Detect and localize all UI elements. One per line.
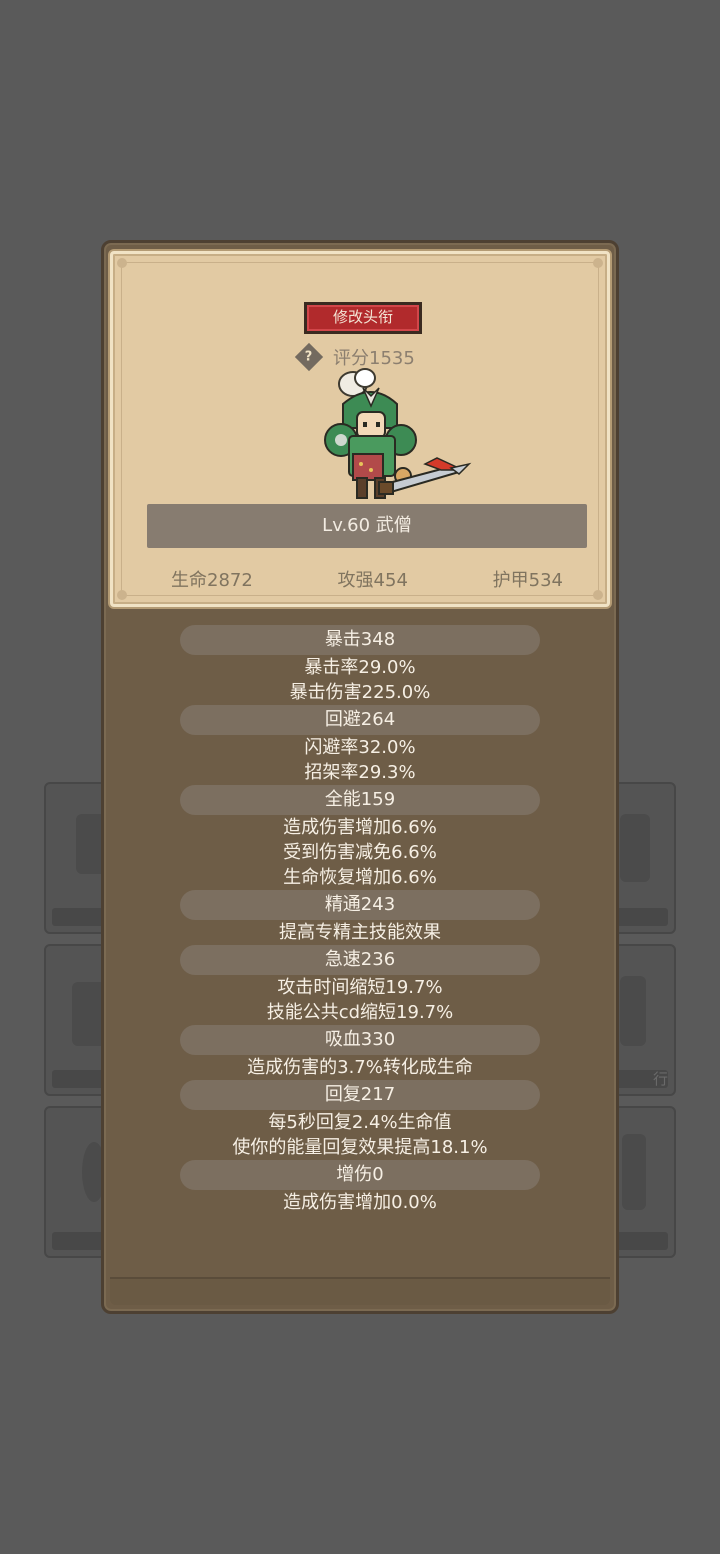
stat-line: 造成伤害增加0.0% [283,1192,437,1213]
stat-group-mastery: 精通243 提高专精主技能效果 [104,890,616,945]
stat-group-haste: 急速236 攻击时间缩短19.7% 技能公共cd缩短19.7% [104,945,616,1025]
stat-header: 增伤0 [180,1160,540,1190]
stat-group-avoidance: 回避264 闪避率32.0% 招架率29.3% [104,705,616,785]
attack-stat: 攻强454 [337,570,408,591]
stat-header: 暴击348 [180,625,540,655]
stat-line: 受到伤害减免6.6% [283,842,437,863]
stat-line: 技能公共cd缩短19.7% [266,1002,454,1023]
stat-line: 闪避率32.0% [304,737,416,758]
stat-line: 暴击伤害225.0% [289,682,431,703]
slot-label: 行 [652,1070,668,1088]
stats-list: 暴击348 暴击率29.0% 暴击伤害225.0% 回避264 闪避率32.0%… [104,625,616,1215]
stat-group-damage-bonus: 增伤0 造成伤害增加0.0% [104,1160,616,1215]
stat-header: 全能159 [180,785,540,815]
stat-line: 攻击时间缩短19.7% [277,977,443,998]
stat-header: 急速236 [180,945,540,975]
stat-header: 精通243 [180,890,540,920]
stat-line: 每5秒回复2.4%生命值 [268,1112,452,1133]
armor-stat: 护甲534 [492,570,563,591]
stat-line: 提高专精主技能效果 [279,922,441,943]
stat-line: 招架率29.3% [304,762,416,783]
hp-stat: 生命2872 [171,570,253,591]
stat-group-versatility: 全能159 造成伤害增加6.6% 受到伤害减免6.6% 生命恢复增加6.6% [104,785,616,890]
stat-line: 造成伤害增加6.6% [283,817,437,838]
stat-group-lifesteal: 吸血330 造成伤害的3.7%转化成生命 [104,1025,616,1080]
stat-header: 回避264 [180,705,540,735]
stat-group-regen: 回复217 每5秒回复2.4%生命值 使你的能量回复效果提高18.1% [104,1080,616,1160]
character-sprite [324,368,472,499]
stat-header: 吸血330 [180,1025,540,1055]
stat-header: 回复217 [180,1080,540,1110]
stat-line: 造成伤害的3.7%转化成生命 [247,1057,473,1078]
character-stats-popup: 修改头衔 ? 评分1535 Lv.60 武僧 生命2872 攻强454 护甲53… [101,240,619,1314]
stat-line: 生命恢复增加6.6% [283,867,437,888]
stat-line: 使你的能量回复效果提高18.1% [232,1137,488,1158]
character-card: 修改头衔 ? 评分1535 Lv.60 武僧 生命2872 攻强454 护甲53… [110,251,610,607]
change-title-button[interactable]: 修改头衔 [304,302,422,334]
popup-bottom-edge [110,1277,610,1305]
level-class-bar: Lv.60 武僧 [147,504,587,548]
stat-group-crit: 暴击348 暴击率29.0% 暴击伤害225.0% [104,625,616,705]
stat-line: 暴击率29.0% [304,657,416,678]
base-stats: 生命2872 攻强454 护甲534 [147,566,587,596]
